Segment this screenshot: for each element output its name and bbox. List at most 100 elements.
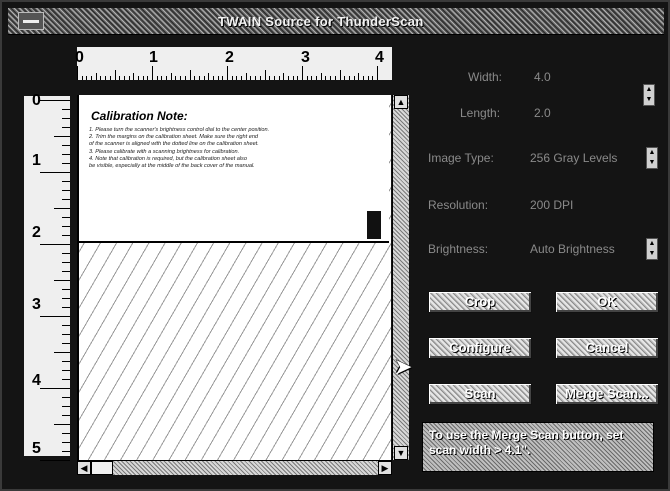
crop-button[interactable]: Crop (428, 291, 532, 313)
ruler-tick (353, 76, 355, 80)
ruler-tick (62, 163, 70, 164)
ruler-tick (217, 76, 219, 80)
ruler-tick (184, 76, 186, 80)
ruler-h-1: 1 (149, 49, 158, 66)
ruler-tick (278, 76, 280, 80)
configure-button[interactable]: Configure (428, 337, 532, 359)
horizontal-scroll-thumb[interactable] (91, 461, 113, 475)
ruler-tick (62, 145, 70, 146)
ruler-tick (152, 66, 153, 80)
length-value[interactable]: 2.0 (534, 106, 551, 120)
scan-preview-area[interactable]: Calibration Note: 1. Please turn the sca… (77, 95, 391, 460)
width-field[interactable]: Width: 4.0 (450, 66, 640, 90)
ruler-tick (86, 76, 88, 80)
vertical-scrollbar[interactable]: ▲ ▼ (392, 95, 409, 460)
ruler-tick (62, 262, 70, 263)
scroll-right-button[interactable]: ▶ (378, 461, 392, 475)
ok-button[interactable]: OK (555, 291, 659, 313)
ruler-tick (62, 253, 70, 254)
ruler-tick (62, 271, 70, 272)
ruler-tick (40, 388, 70, 389)
ruler-tick (367, 76, 369, 80)
ruler-tick (264, 70, 266, 80)
ruler-h-2: 2 (225, 49, 234, 66)
horizontal-ruler-ticks (77, 66, 392, 80)
ruler-tick (62, 307, 70, 308)
resolution-value[interactable]: 200 DPI (530, 198, 573, 212)
image-type-spin-arrows-icon[interactable]: ▲ ▼ (646, 147, 658, 169)
ruler-tick (320, 73, 322, 80)
note-line: be visible, especially at the middle of … (89, 163, 255, 170)
length-field[interactable]: Length: 2.0 (450, 102, 640, 126)
note-line: 1. Please turn the scanner's brightness … (89, 127, 270, 133)
ruler-tick (128, 76, 130, 80)
note-line: 3. Please calibrate with a scanning brig… (89, 148, 240, 155)
ruler-tick (81, 76, 83, 80)
ruler-tick (123, 76, 125, 80)
calibration-note-text: 1. Please turn the scanner's brightness … (89, 127, 379, 170)
ruler-tick (54, 352, 70, 353)
image-type-field[interactable]: Image Type: 256 Gray Levels (428, 147, 642, 171)
ruler-tick (40, 316, 70, 317)
ruler-tick (255, 76, 257, 80)
ruler-tick (100, 76, 102, 80)
note-line: 2. Trim the margins on the calibration s… (89, 134, 259, 141)
ruler-tick (306, 76, 308, 80)
scan-button[interactable]: Scan (428, 383, 532, 405)
width-value[interactable]: 4.0 (534, 70, 551, 84)
system-menu-button[interactable] (18, 12, 44, 30)
brightness-value[interactable]: Auto Brightness (530, 242, 615, 256)
ruler-tick (40, 100, 70, 101)
ruler-tick (62, 181, 70, 182)
ruler-tick (62, 361, 70, 362)
ruler-tick (62, 226, 70, 227)
scroll-left-button[interactable]: ◀ (77, 461, 91, 475)
ruler-tick (175, 76, 177, 80)
ruler-h-3: 3 (301, 49, 310, 66)
ruler-tick (330, 76, 332, 80)
ruler-tick (62, 217, 70, 218)
ruler-tick (54, 208, 70, 209)
ruler-tick (245, 73, 247, 80)
ruler-tick (62, 451, 70, 452)
ruler-tick (109, 76, 111, 80)
ruler-tick (227, 66, 228, 80)
ruler-tick (166, 76, 168, 80)
ruler-tick (95, 73, 97, 80)
ruler-tick (222, 76, 224, 80)
ruler-tick (273, 76, 275, 80)
resolution-field[interactable]: Resolution: 200 DPI (428, 194, 642, 218)
brightness-label: Brightness: (428, 242, 489, 256)
width-spin-arrows-icon[interactable]: ▲ ▼ (643, 84, 655, 106)
merge-scan-button[interactable]: Merge Scan... (555, 383, 659, 405)
ruler-tick (62, 379, 70, 380)
ruler-v-5: 5 (32, 440, 41, 457)
ruler-tick (54, 424, 70, 425)
ruler-tick (62, 442, 70, 443)
ruler-tick (62, 109, 70, 110)
horizontal-scrollbar[interactable]: ◀ ▶ (77, 460, 392, 475)
ruler-v-2: 2 (32, 224, 41, 241)
ruler-tick (358, 73, 360, 80)
ruler-tick (62, 235, 70, 236)
ruler-tick (156, 76, 158, 80)
scroll-down-button[interactable]: ▼ (394, 446, 408, 460)
ruler-tick (180, 76, 182, 80)
scroll-up-button[interactable]: ▲ (394, 95, 408, 109)
cancel-button[interactable]: Cancel (555, 337, 659, 359)
ruler-tick (372, 76, 374, 80)
ruler-tick (292, 76, 294, 80)
ruler-tick (62, 406, 70, 407)
merge-scan-hint: To use the Merge Scan button, set scan w… (422, 422, 654, 472)
ruler-tick (250, 76, 252, 80)
ruler-tick (161, 76, 163, 80)
ruler-tick (62, 289, 70, 290)
ruler-tick (62, 298, 70, 299)
ruler-v-0: 0 (32, 92, 41, 109)
brightness-spin-arrows-icon[interactable]: ▲ ▼ (646, 238, 658, 260)
mouse-pointer-icon: ➤ (394, 354, 413, 379)
ruler-tick (133, 73, 135, 80)
image-type-value[interactable]: 256 Gray Levels (530, 151, 617, 165)
ruler-tick (114, 70, 116, 80)
brightness-field[interactable]: Brightness: Auto Brightness (428, 238, 642, 262)
